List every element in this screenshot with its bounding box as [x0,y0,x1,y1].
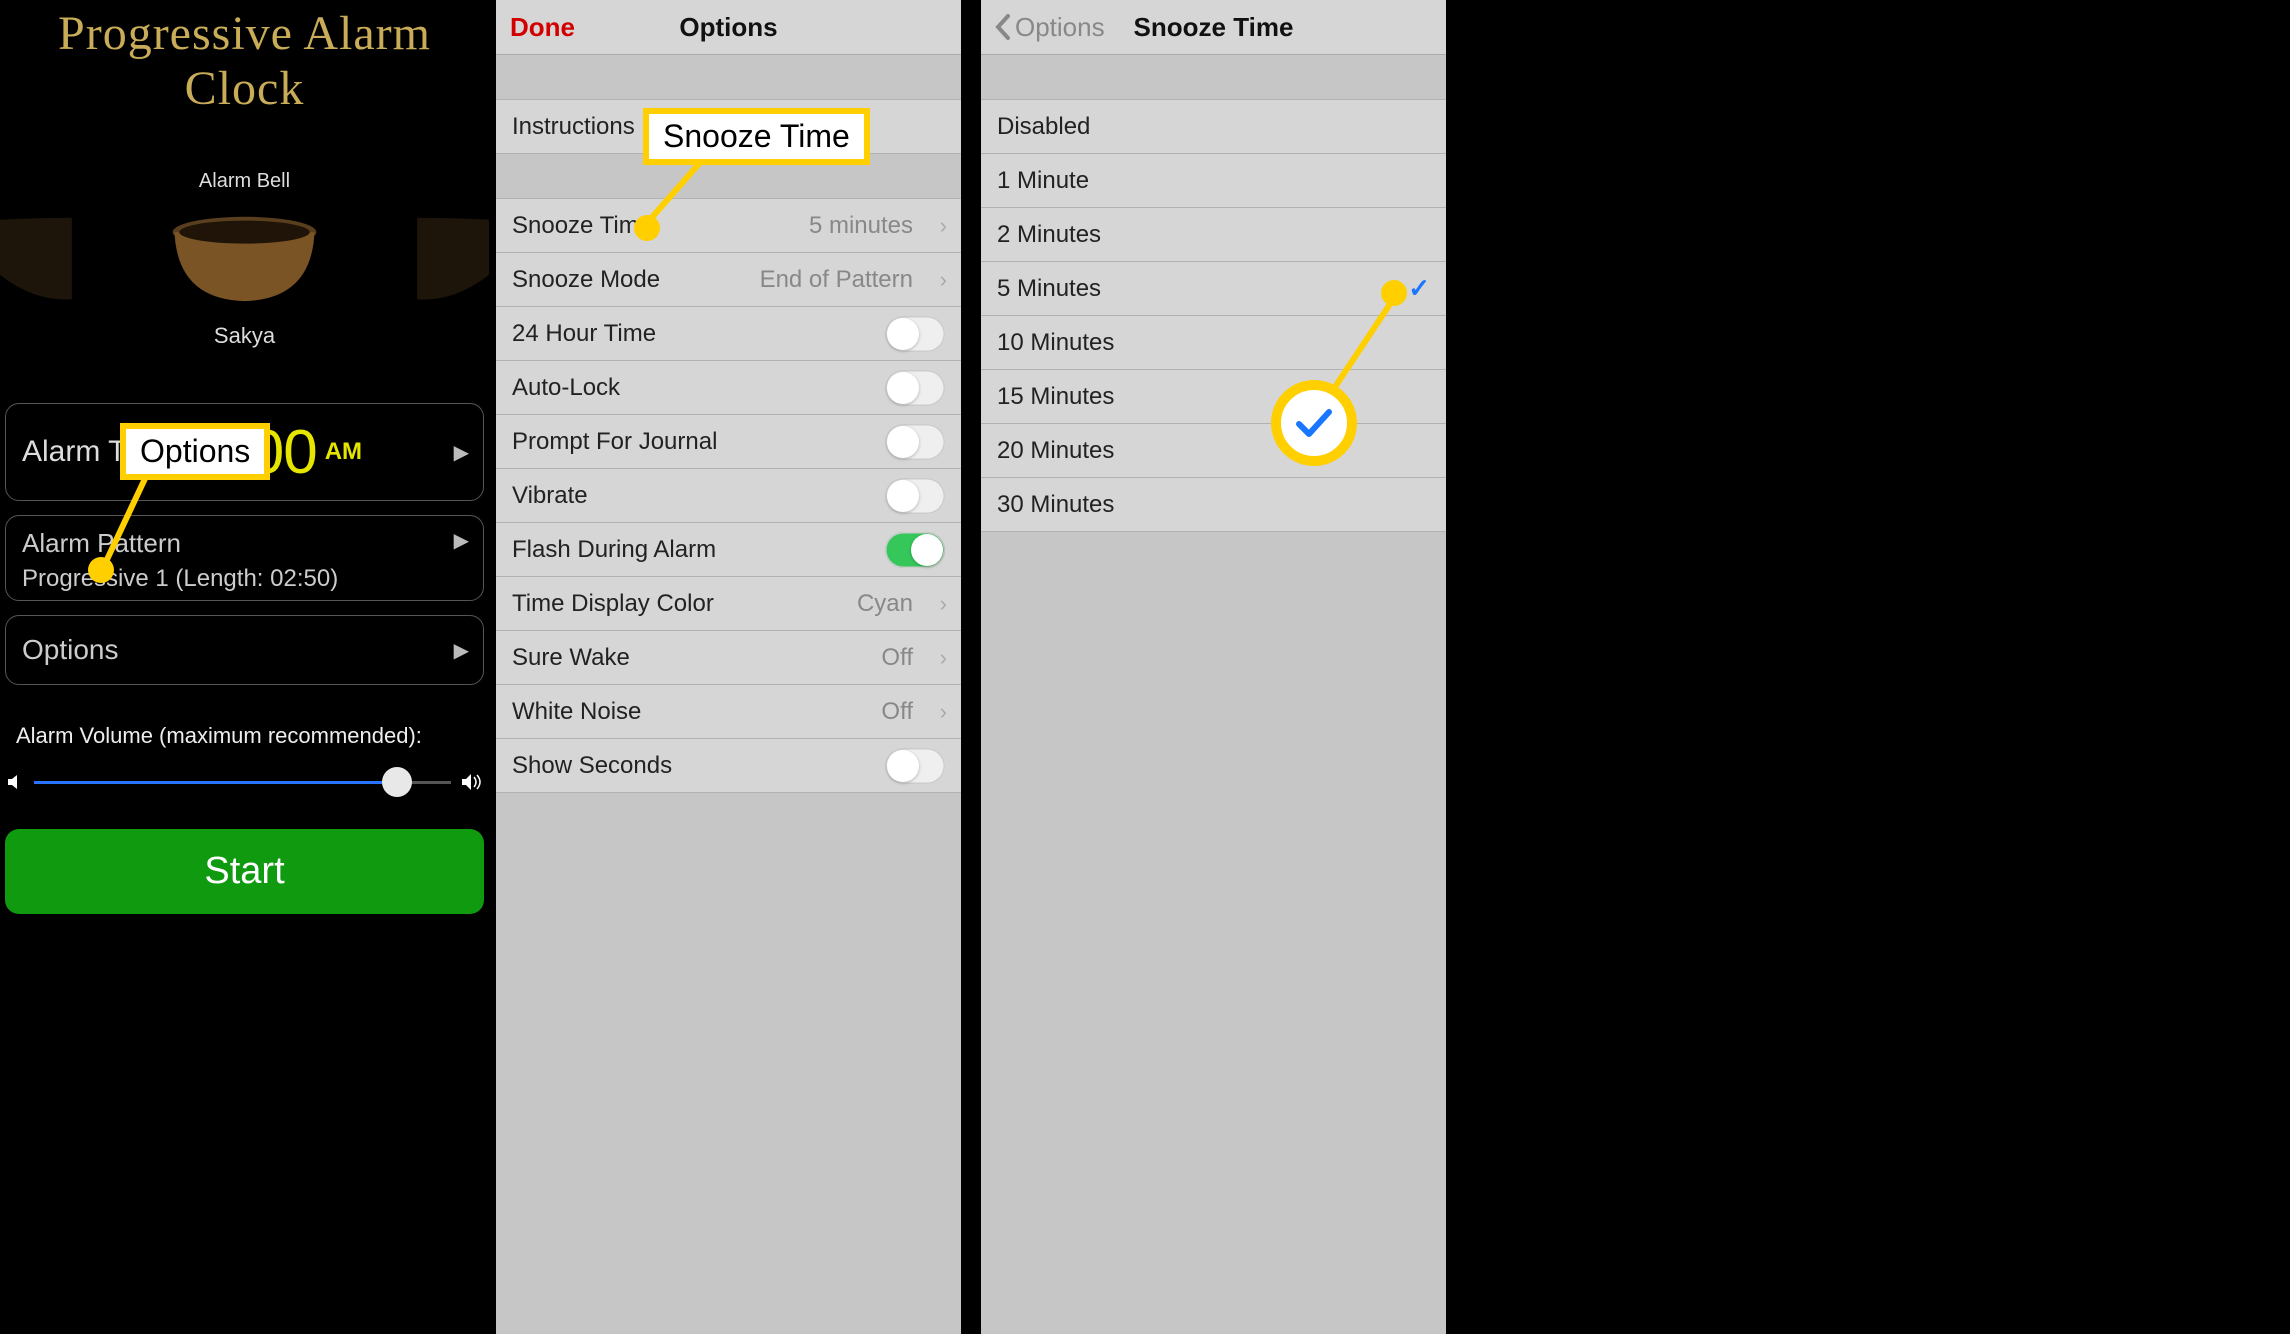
settings-row[interactable]: Show Seconds [496,739,961,793]
row-label: Show Seconds [512,752,672,780]
list-item-label: 10 Minutes [997,329,1114,357]
row-label: Snooze Time [512,212,652,240]
singing-bowl-icon [326,211,489,305]
alarm-pattern-label: Alarm Pattern [22,528,181,559]
callout-dot [1381,280,1407,306]
toggle-switch[interactable] [885,478,945,514]
row-label: 24 Hour Time [512,320,656,348]
bell-name: Sakya [0,323,489,349]
row-value: End of Pattern [760,266,913,294]
list-item-label: 30 Minutes [997,491,1114,519]
list-item[interactable]: 5 Minutes ✓ [981,262,1446,316]
list-item[interactable]: 15 Minutes [981,370,1446,424]
toggle-switch[interactable] [885,316,945,352]
toggle-switch[interactable] [885,370,945,406]
back-button[interactable]: Options [995,12,1105,43]
done-button[interactable]: Done [510,12,575,43]
toggle-switch[interactable] [885,424,945,460]
settings-row[interactable]: White Noise Off › [496,685,961,739]
checkmark-icon [1294,406,1334,440]
chevron-right-icon: › [940,699,947,725]
bell-picker[interactable] [0,211,489,305]
settings-row[interactable]: Time Display Color Cyan › [496,577,961,631]
app-title: Progressive Alarm Clock [0,0,489,116]
row-value: Off [881,644,913,672]
nav-bar: Options Snooze Time [981,0,1446,55]
list-item[interactable]: 2 Minutes [981,208,1446,262]
settings-row[interactable]: Auto-Lock [496,361,961,415]
chevron-right-icon: › [940,591,947,617]
row-label: White Noise [512,698,641,726]
options-row[interactable]: Options ▶ [5,615,484,685]
chevron-right-icon: › [940,213,947,239]
row-label: Snooze Mode [512,266,660,294]
volume-high-icon [461,772,483,792]
row-label: Flash During Alarm [512,536,716,564]
row-value: Cyan [857,590,913,618]
chevron-right-icon: ▶ [454,638,469,663]
singing-bowl-icon [163,211,326,305]
alarm-pattern-row[interactable]: Alarm Pattern Progressive 1 (Length: 02:… [5,515,484,601]
callout-dot [634,215,660,241]
toggle-switch[interactable] [885,748,945,784]
snooze-time-screen: Options Snooze Time Disabled 1 Minute 2 Mi… [981,0,1446,1334]
settings-row[interactable]: Sure Wake Off › [496,631,961,685]
chevron-right-icon: ▶ [454,440,469,465]
list-item-label: Disabled [997,113,1090,141]
row-label: Auto-Lock [512,374,620,402]
options-screen: Done Options Instructions Snooze Time 5 m… [496,0,961,1334]
chevron-right-icon: › [940,267,947,293]
volume-slider-row [6,767,483,797]
list-item-label: 2 Minutes [997,221,1101,249]
settings-row[interactable]: Snooze Mode End of Pattern › [496,253,961,307]
callout-circle [1271,380,1357,466]
chevron-left-icon [995,14,1011,40]
volume-low-icon [6,773,24,791]
list-item[interactable]: 1 Minute [981,154,1446,208]
settings-row[interactable]: 24 Hour Time [496,307,961,361]
alarm-time-ampm: AM [325,438,362,466]
options-label: Options [22,634,119,666]
singing-bowl-icon [0,211,163,305]
volume-slider[interactable] [34,767,451,797]
row-label: Time Display Color [512,590,714,618]
row-value: 5 minutes [809,212,913,240]
checkmark-icon: ✓ [1408,273,1430,304]
settings-row[interactable]: Vibrate [496,469,961,523]
list-item[interactable]: 20 Minutes [981,424,1446,478]
settings-row[interactable]: Flash During Alarm [496,523,961,577]
list-item[interactable]: Disabled [981,100,1446,154]
list-item-label: 20 Minutes [997,437,1114,465]
nav-bar: Done Options [496,0,961,55]
list-item-label: 15 Minutes [997,383,1114,411]
callout-box: Snooze Time [643,108,870,165]
volume-label: Alarm Volume (maximum recommended): [16,723,489,749]
chevron-right-icon: ▶ [454,528,469,553]
list-item[interactable]: 10 Minutes [981,316,1446,370]
alarm-pattern-value: Progressive 1 (Length: 02:50) [22,565,338,593]
row-label: Vibrate [512,482,588,510]
settings-row[interactable]: Snooze Time 5 minutes › [496,199,961,253]
chevron-right-icon: › [940,645,947,671]
alarm-clock-screen: Progressive Alarm Clock Alarm Bell Sakya… [0,0,489,1334]
row-label: Prompt For Journal [512,428,717,456]
callout-box: Options [120,423,270,480]
list-item-label: 5 Minutes [997,275,1101,303]
list-item[interactable]: 30 Minutes [981,478,1446,532]
callout-dot [88,557,114,583]
row-label: Instructions [512,113,635,141]
settings-row[interactable]: Prompt For Journal [496,415,961,469]
toggle-switch[interactable] [885,532,945,568]
row-value: Off [881,698,913,726]
start-button[interactable]: Start [5,829,484,914]
row-label: Sure Wake [512,644,630,672]
nav-title: Options [679,12,777,43]
list-item-label: 1 Minute [997,167,1089,195]
nav-title: Snooze Time [1134,12,1294,43]
bell-section-label: Alarm Bell [0,170,489,193]
